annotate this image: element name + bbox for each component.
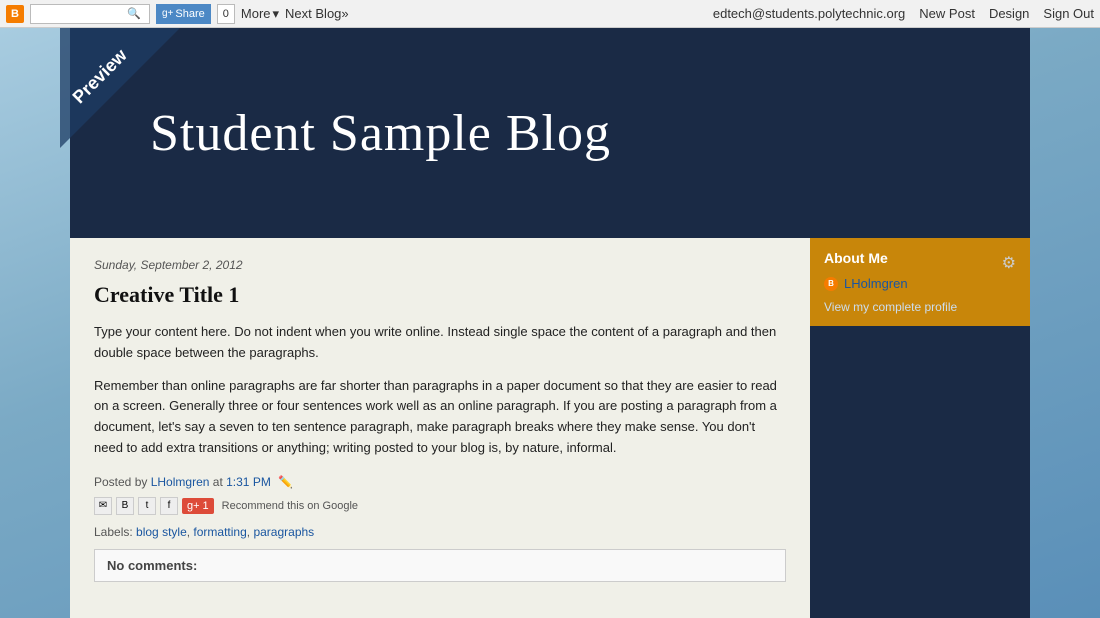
- gplus-icon-label: g+: [187, 500, 200, 512]
- label-paragraphs[interactable]: paragraphs: [253, 525, 314, 539]
- user-email: edtech@students.polytechnic.org: [713, 6, 905, 21]
- sidebar: About Me ⚙ B LHolmgren View my complete …: [810, 238, 1030, 618]
- gplus-icon: g+: [162, 8, 173, 19]
- post-labels: Labels: blog style, formatting, paragrap…: [94, 525, 786, 539]
- about-me-widget: About Me ⚙ B LHolmgren View my complete …: [810, 238, 1030, 326]
- more-button[interactable]: More ▾: [241, 6, 279, 22]
- preview-ribbon: Preview: [60, 28, 180, 148]
- email-share-icon[interactable]: ✉: [94, 497, 112, 515]
- label-formatting[interactable]: formatting: [193, 525, 246, 539]
- share-button[interactable]: g+ Share: [156, 4, 211, 24]
- search-icon: 🔍: [127, 7, 141, 20]
- design-link[interactable]: Design: [989, 6, 1029, 21]
- author-link[interactable]: LHolmgren: [151, 475, 210, 489]
- share-count: 0: [217, 4, 235, 24]
- blog-share-icon[interactable]: B: [116, 497, 134, 515]
- next-blog-link[interactable]: Next Blog»: [285, 6, 349, 21]
- about-me-title: About Me: [824, 250, 888, 266]
- blog-header: Student Sample Blog: [70, 28, 1030, 238]
- sidebar-profile-name[interactable]: LHolmgren: [844, 276, 908, 291]
- blogger-profile-dot: B: [824, 277, 838, 291]
- no-comments: No comments:: [94, 549, 786, 582]
- topbar: B 🔍 g+ Share 0 More ▾ Next Blog» edtech@…: [0, 0, 1100, 28]
- new-post-link[interactable]: New Post: [919, 6, 975, 21]
- post-date: Sunday, September 2, 2012: [94, 258, 786, 272]
- labels-label: Labels:: [94, 525, 133, 539]
- preview-ribbon-text: Preview: [60, 34, 143, 120]
- time-link[interactable]: 1:31 PM: [226, 475, 271, 489]
- at-label: at: [213, 475, 223, 489]
- blogger-logo: B: [6, 5, 24, 23]
- edit-icon[interactable]: ✏️: [278, 475, 293, 489]
- post-footer: Posted by LHolmgren at 1:31 PM ✏️: [94, 475, 786, 489]
- facebook-share-icon[interactable]: f: [160, 497, 178, 515]
- share-icons-row: ✉ B t f g+ 1 Recommend this on Google: [94, 497, 786, 515]
- post-paragraph-1: Type your content here. Do not indent wh…: [94, 322, 786, 364]
- gplus-count: 1: [203, 500, 209, 512]
- post-paragraph-2: Remember than online paragraphs are far …: [94, 376, 786, 459]
- post-body: Type your content here. Do not indent wh…: [94, 322, 786, 459]
- view-profile-link[interactable]: View my complete profile: [824, 300, 957, 314]
- search-box[interactable]: 🔍: [30, 4, 150, 24]
- recommend-text: Recommend this on Google: [222, 500, 358, 512]
- share-label: Share: [175, 8, 204, 20]
- label-blog-style[interactable]: blog style: [136, 525, 187, 539]
- more-chevron-icon: ▾: [273, 6, 280, 22]
- blog-title: Student Sample Blog: [150, 104, 611, 163]
- blog-wrapper: Preview Student Sample Blog Sunday, Sept…: [0, 28, 1100, 618]
- posted-by-label: Posted by: [94, 475, 147, 489]
- main-content: Sunday, September 2, 2012 Creative Title…: [70, 238, 810, 618]
- content-area: Sunday, September 2, 2012 Creative Title…: [70, 238, 1030, 618]
- search-input[interactable]: [35, 7, 125, 21]
- post-title: Creative Title 1: [94, 282, 786, 308]
- twitter-share-icon[interactable]: t: [138, 497, 156, 515]
- right-nav: edtech@students.polytechnic.org New Post…: [713, 6, 1094, 21]
- gplus-share-button[interactable]: g+ 1: [182, 498, 214, 514]
- sign-out-link[interactable]: Sign Out: [1043, 6, 1094, 21]
- wrench-icon[interactable]: ⚙: [1002, 253, 1016, 273]
- sidebar-profile: B LHolmgren: [824, 276, 1016, 291]
